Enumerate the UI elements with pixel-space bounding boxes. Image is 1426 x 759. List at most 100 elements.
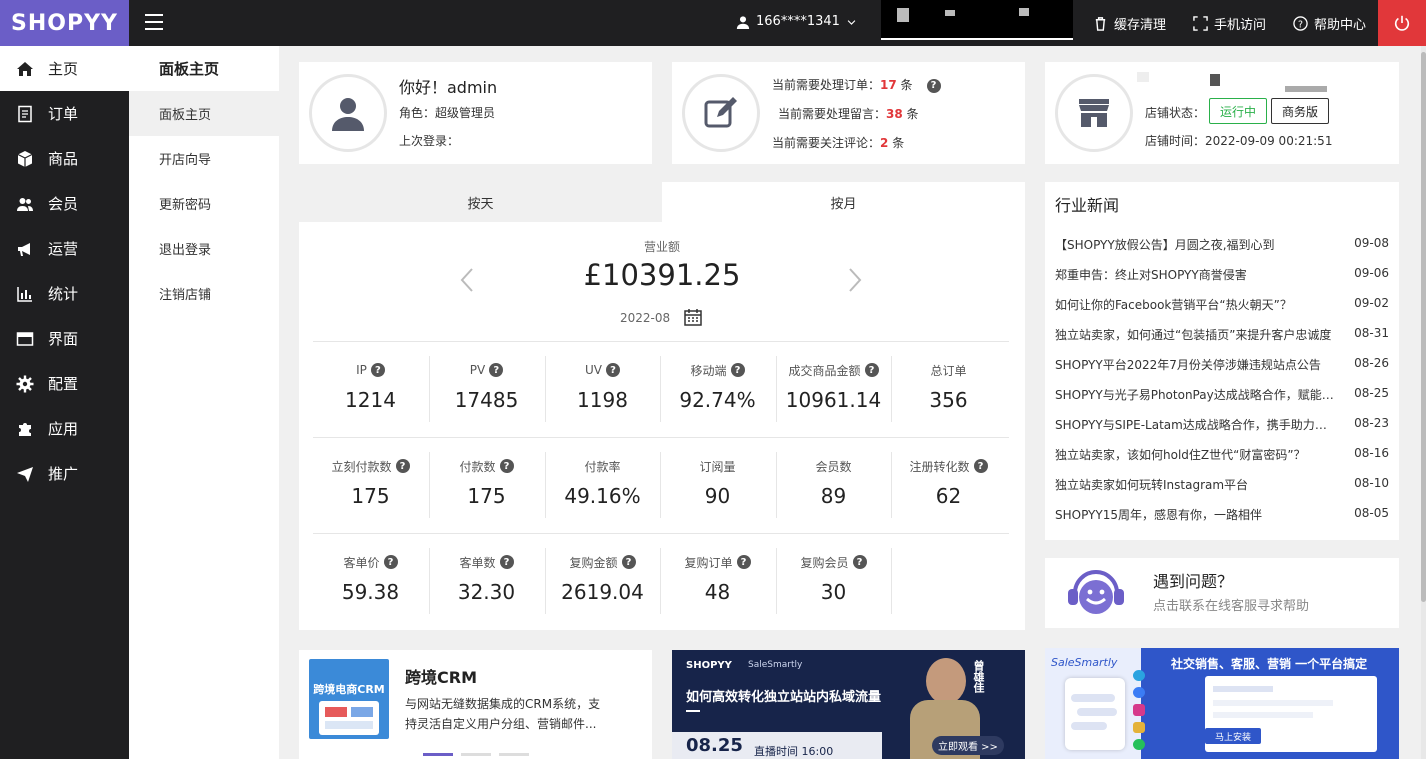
news-item-date: 08-23 — [1354, 416, 1389, 430]
news-item-title[interactable]: 独立站卖家，该如何hold住Z世代“财富密码”？ — [1055, 446, 1335, 463]
help-icon[interactable]: ? — [926, 78, 941, 93]
help-icon[interactable]: ? — [621, 555, 636, 569]
scrollbar-thumb[interactable] — [1421, 52, 1426, 602]
crm-card[interactable]: 跨境电商CRM 跨境CRM 与网站无缝数据集成的CRM系统，支持灵活自定义用户分… — [299, 650, 652, 759]
help-icon[interactable]: ? — [730, 363, 745, 377]
news-item[interactable]: SHOPYY15周年，感恩有你，一路相伴 08-05 — [1055, 506, 1389, 523]
metric-label: 订阅量 — [660, 456, 775, 476]
reviews-todo-label: 当前需要关注评论： — [772, 136, 881, 150]
help-icon[interactable]: ? — [383, 555, 398, 569]
calendar-icon[interactable] — [684, 308, 702, 326]
banner-headline: 如何高效转化独立站站内私域流量 — [686, 690, 882, 705]
metric-label: 注册转化数? — [891, 456, 1006, 476]
subnav-item-change-password[interactable]: 更新密码 — [129, 181, 279, 226]
orders-todo-label: 当前需要处理订单： — [772, 78, 881, 92]
chart-block — [351, 707, 373, 717]
support-card[interactable]: 遇到问题？ 点击联系在线客服寻求帮助 — [1045, 558, 1399, 628]
news-item[interactable]: 独立站卖家如何玩转Instagram平台 08-10 — [1055, 476, 1389, 493]
scrollbar[interactable] — [1421, 46, 1426, 759]
menu-toggle-icon[interactable] — [145, 14, 163, 30]
metric-value: 92.74% — [679, 388, 756, 412]
chat-bubble — [1071, 722, 1107, 730]
metric-value: 49.16% — [564, 484, 641, 508]
row-divider — [313, 437, 1009, 438]
subnav-item-close-store[interactable]: 注销店铺 — [129, 271, 279, 316]
metric-card: 复购金额? 2619.04 — [545, 552, 660, 604]
sidebar-item-members[interactable]: 会员 — [0, 181, 129, 226]
news-item[interactable]: 独立站卖家，如何通过“包装插页”来提升客户忠诚度 08-31 — [1055, 326, 1389, 343]
sidebar-item-home[interactable]: 主页 — [0, 46, 129, 91]
subnav-item-setup-wizard[interactable]: 开店向导 — [129, 136, 279, 181]
trash-icon — [1095, 17, 1106, 31]
help-center-button[interactable]: ? 帮助中心 — [1293, 14, 1366, 33]
user-menu[interactable]: 166****1341 — [736, 14, 857, 29]
help-icon[interactable]: ? — [499, 459, 514, 473]
sidebar-item-interface[interactable]: 界面 — [0, 316, 129, 361]
logo[interactable]: SHOPYY — [0, 0, 129, 46]
help-icon[interactable]: ? — [973, 459, 988, 473]
salesmartly-banner[interactable]: SaleSmartly 社交销售、客服、营销 一个平台搞定 马上安装 — [1045, 648, 1399, 759]
news-item[interactable]: SHOPYY与SIPE-Latam达成战略合作，携手助力拉美 08-23 — [1055, 416, 1389, 433]
social-icons — [1133, 670, 1147, 751]
news-item-title[interactable]: SHOPYY15周年，感恩有你，一路相伴 — [1055, 506, 1335, 523]
next-period-icon[interactable] — [847, 267, 863, 293]
metric-card: 客单数? 32.30 — [429, 552, 544, 604]
news-item-title[interactable]: 如何让你的Facebook营销平台“热火朝天”？ — [1055, 296, 1335, 313]
sidebar-item-statistics[interactable]: 统计 — [0, 271, 129, 316]
help-icon[interactable]: ? — [606, 363, 620, 377]
install-button[interactable]: 马上安装 — [1205, 728, 1261, 744]
tab-by-day[interactable]: 按天 — [299, 182, 662, 222]
carousel-dot[interactable] — [499, 753, 529, 756]
news-item-title[interactable]: 独立站卖家如何玩转Instagram平台 — [1055, 476, 1335, 493]
news-item-date: 08-10 — [1354, 476, 1389, 490]
help-icon[interactable]: ? — [395, 459, 410, 473]
news-item-title[interactable]: SHOPYY平台2022年7月份关停涉嫌违规站点公告 — [1055, 356, 1335, 373]
subnav-item-logout[interactable]: 退出登录 — [129, 226, 279, 271]
mobile-access-button[interactable]: 手机访问 — [1193, 14, 1266, 33]
cache-clear-button[interactable]: 缓存清理 — [1093, 14, 1166, 33]
telegram-icon — [1133, 670, 1145, 682]
metric-value: 356 — [929, 388, 968, 412]
orders-todo[interactable]: 当前需要处理订单：17 条? — [772, 76, 941, 93]
news-item-title[interactable]: 独立站卖家，如何通过“包装插页”来提升客户忠诚度 — [1055, 326, 1335, 343]
webinar-banner[interactable]: SHOPYY SaleSmartly 如何高效转化独立站站内私域流量 08.25… — [672, 650, 1025, 759]
news-item[interactable]: 如何让你的Facebook营销平台“热火朝天”？ 09-02 — [1055, 296, 1389, 313]
subnav-item-dashboard[interactable]: 面板主页 — [129, 91, 279, 136]
reviews-todo-unit: 条 — [892, 136, 905, 150]
reviews-todo[interactable]: 当前需要关注评论：2 条 — [772, 134, 904, 151]
news-item-title[interactable]: SHOPYY与SIPE-Latam达成战略合作，携手助力拉美 — [1055, 416, 1335, 433]
help-icon[interactable]: ? — [852, 555, 867, 569]
help-icon[interactable]: ? — [736, 555, 751, 569]
logout-button[interactable] — [1378, 0, 1426, 46]
sidebar-item-apps[interactable]: 应用 — [0, 406, 129, 451]
sidebar-item-orders[interactable]: 订单 — [0, 91, 129, 136]
help-icon[interactable]: ? — [370, 363, 385, 377]
banner-cta[interactable]: 立即观看 >> — [932, 736, 1004, 755]
help-icon[interactable]: ? — [864, 363, 879, 377]
orders-todo-unit: 条 — [900, 78, 913, 92]
news-item-title[interactable]: 【SHOPYY放假公告】月圆之夜,福到心到 — [1055, 236, 1335, 253]
help-icon[interactable]: ? — [489, 363, 504, 377]
news-item-title[interactable]: SHOPYY与光子易PhotonPay达成战略合作，赋能跨境 — [1055, 386, 1335, 403]
tab-by-month[interactable]: 按月 — [662, 182, 1025, 222]
metric-card: 复购订单? 48 — [660, 552, 775, 604]
sidebar-item-products[interactable]: 商品 — [0, 136, 129, 181]
store-card: 店铺状态： 运行中 商务版 店铺时间：2022-09-09 00:21:51 — [1045, 62, 1399, 164]
sidebar-item-operations[interactable]: 运营 — [0, 226, 129, 271]
news-item-date: 09-06 — [1354, 266, 1389, 280]
news-item-title[interactable]: 郑重申告：终止对SHOPYY商誉侵害 — [1055, 266, 1335, 283]
news-item[interactable]: 【SHOPYY放假公告】月圆之夜,福到心到 09-08 — [1055, 236, 1389, 253]
carousel-dot[interactable] — [461, 753, 491, 756]
sidebar-item-settings[interactable]: 配置 — [0, 361, 129, 406]
news-item[interactable]: SHOPYY与光子易PhotonPay达成战略合作，赋能跨境 08-25 — [1055, 386, 1389, 403]
help-icon[interactable]: ? — [499, 555, 514, 569]
news-item[interactable]: 郑重申告：终止对SHOPYY商誉侵害 09-06 — [1055, 266, 1389, 283]
carousel-dot[interactable] — [423, 753, 453, 756]
messages-todo[interactable]: 当前需要处理留言：38 条 — [778, 105, 919, 122]
news-item[interactable]: SHOPYY平台2022年7月份关停涉嫌违规站点公告 08-26 — [1055, 356, 1389, 373]
carousel-dots — [423, 745, 537, 759]
sidebar-item-promotion[interactable]: 推广 — [0, 451, 129, 496]
news-item[interactable]: 独立站卖家，该如何hold住Z世代“财富密码”？ 08-16 — [1055, 446, 1389, 463]
users-icon — [17, 197, 33, 211]
prev-period-icon[interactable] — [459, 267, 475, 293]
